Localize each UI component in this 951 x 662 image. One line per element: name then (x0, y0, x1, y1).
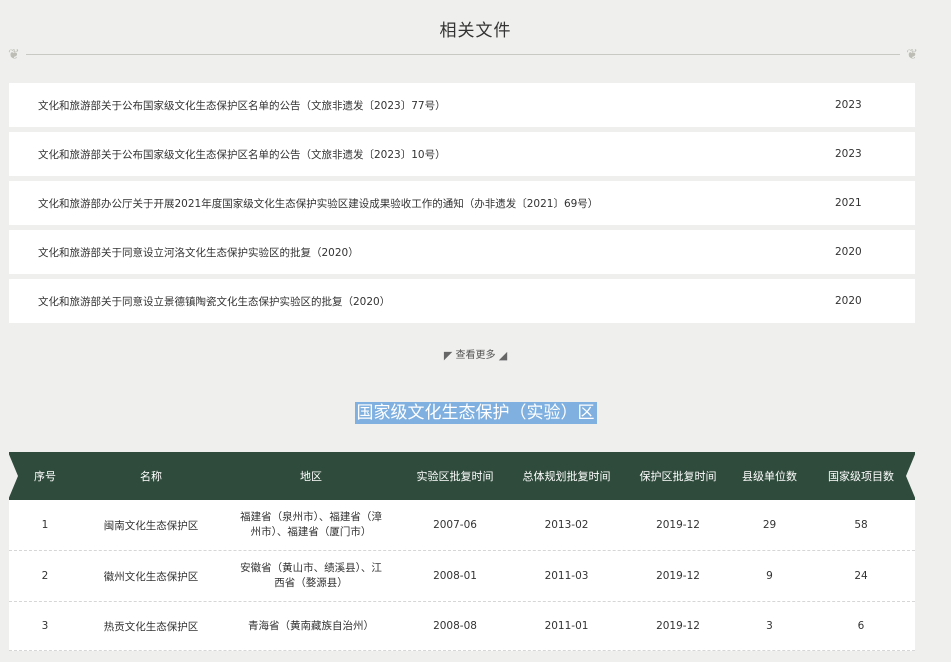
view-more-label[interactable]: 查看更多 (456, 350, 496, 361)
zones-title-text: 国家级文化生态保护（实验）区 (354, 402, 597, 424)
file-year: 2023 (835, 99, 862, 111)
cell-region: 安徽省（黄山市、绩溪县）、江西省（婺源县） (240, 562, 382, 589)
cell-name: 徽州文化生态保护区 (103, 570, 199, 583)
list-item[interactable]: 文化和旅游部办公厅关于开展2021年度国家级文化生态保护实验区建设成果验收工作的… (9, 181, 915, 225)
cell-zone: 2019-12 (656, 620, 700, 632)
cell-plan: 2011-01 (544, 620, 589, 632)
cell-no: 1 (41, 519, 49, 531)
header-cell-counties: 县级单位数 (742, 470, 797, 483)
file-year: 2020 (835, 295, 862, 307)
zones-table-title: 国家级文化生态保护（实验）区 (0, 398, 951, 424)
arrow-icon: ◤ (443, 349, 453, 362)
cell-name: 热贡文化生态保护区 (103, 620, 199, 633)
title-ornament: ❦ ❦ (8, 48, 918, 62)
header-cell-projects: 国家级项目数 (828, 470, 894, 483)
file-year: 2020 (835, 246, 862, 258)
cell-zone: 2019-12 (656, 570, 700, 582)
cell-plan: 2011-03 (544, 570, 589, 582)
zones-table: 序号 名称 地区 实验区批复时间 总体规划批复时间 保护区批复时间 县级单位数 … (8, 452, 916, 651)
cell-exp: 2008-01 (433, 570, 477, 582)
file-title[interactable]: 文化和旅游部关于公布国家级文化生态保护区名单的公告（文旅非遗发〔2023〕77号… (9, 98, 446, 113)
file-year: 2023 (835, 148, 862, 160)
list-item[interactable]: 文化和旅游部关于同意设立景德镇陶瓷文化生态保护实验区的批复（2020） 2020 (9, 279, 915, 323)
cell-projects: 58 (854, 519, 868, 531)
header-cell-no: 序号 (34, 470, 56, 483)
cell-counties: 9 (766, 570, 773, 582)
cell-projects: 24 (854, 570, 868, 582)
list-item[interactable]: 文化和旅游部关于同意设立河洛文化生态保护实验区的批复（2020） 2020 (9, 230, 915, 274)
table-row[interactable]: 1 闽南文化生态保护区 福建省（泉州市）、福建省（漳州市）、福建省（厦门市） 2… (9, 500, 915, 551)
cell-region: 青海省（黄南藏族自治州） (248, 619, 374, 632)
file-title[interactable]: 文化和旅游部关于同意设立河洛文化生态保护实验区的批复（2020） (9, 245, 359, 260)
cell-counties: 3 (766, 620, 773, 632)
cell-region: 福建省（泉州市）、福建省（漳州市）、福建省（厦门市） (240, 511, 382, 538)
table-row[interactable]: 3 热贡文化生态保护区 青海省（黄南藏族自治州） 2008-08 2011-01… (9, 602, 915, 651)
cell-no: 3 (41, 620, 49, 632)
ornament-left-icon: ❦ (8, 47, 20, 63)
cell-plan: 2013-02 (544, 519, 589, 531)
cell-no: 2 (41, 570, 49, 582)
cell-exp: 2008-08 (433, 620, 477, 632)
header-cell-region: 地区 (300, 470, 322, 483)
cell-exp: 2007-06 (433, 519, 477, 531)
header-cell-name: 名称 (140, 470, 162, 483)
file-title[interactable]: 文化和旅游部关于公布国家级文化生态保护区名单的公告（文旅非遗发〔2023〕10号… (9, 147, 446, 162)
cell-zone: 2019-12 (656, 519, 700, 531)
view-more-link[interactable]: ◤ 查看更多 ◢ (0, 346, 951, 362)
cell-name: 闽南文化生态保护区 (103, 519, 199, 532)
ornament-right-icon: ❦ (906, 47, 918, 63)
related-files-list: 文化和旅游部关于公布国家级文化生态保护区名单的公告（文旅非遗发〔2023〕77号… (9, 83, 915, 328)
header-cell-plan: 总体规划批复时间 (522, 470, 611, 483)
file-title[interactable]: 文化和旅游部关于同意设立景德镇陶瓷文化生态保护实验区的批复（2020） (9, 294, 390, 309)
file-year: 2021 (835, 197, 862, 209)
file-title[interactable]: 文化和旅游部办公厅关于开展2021年度国家级文化生态保护实验区建设成果验收工作的… (9, 196, 598, 211)
header-cell-exp: 实验区批复时间 (416, 470, 494, 483)
related-files-title: 相关文件 (439, 21, 512, 41)
table-row[interactable]: 2 徽州文化生态保护区 安徽省（黄山市、绩溪县）、江西省（婺源县） 2008-0… (9, 551, 915, 602)
arrow-icon: ◢ (498, 349, 508, 362)
cell-counties: 29 (762, 519, 777, 531)
list-item[interactable]: 文化和旅游部关于公布国家级文化生态保护区名单的公告（文旅非遗发〔2023〕10号… (9, 132, 915, 176)
table-header: 序号 名称 地区 实验区批复时间 总体规划批复时间 保护区批复时间 县级单位数 … (8, 452, 916, 500)
cell-projects: 6 (857, 620, 865, 632)
header-cell-zone: 保护区批复时间 (639, 470, 717, 483)
list-item[interactable]: 文化和旅游部关于公布国家级文化生态保护区名单的公告（文旅非遗发〔2023〕77号… (9, 83, 915, 127)
